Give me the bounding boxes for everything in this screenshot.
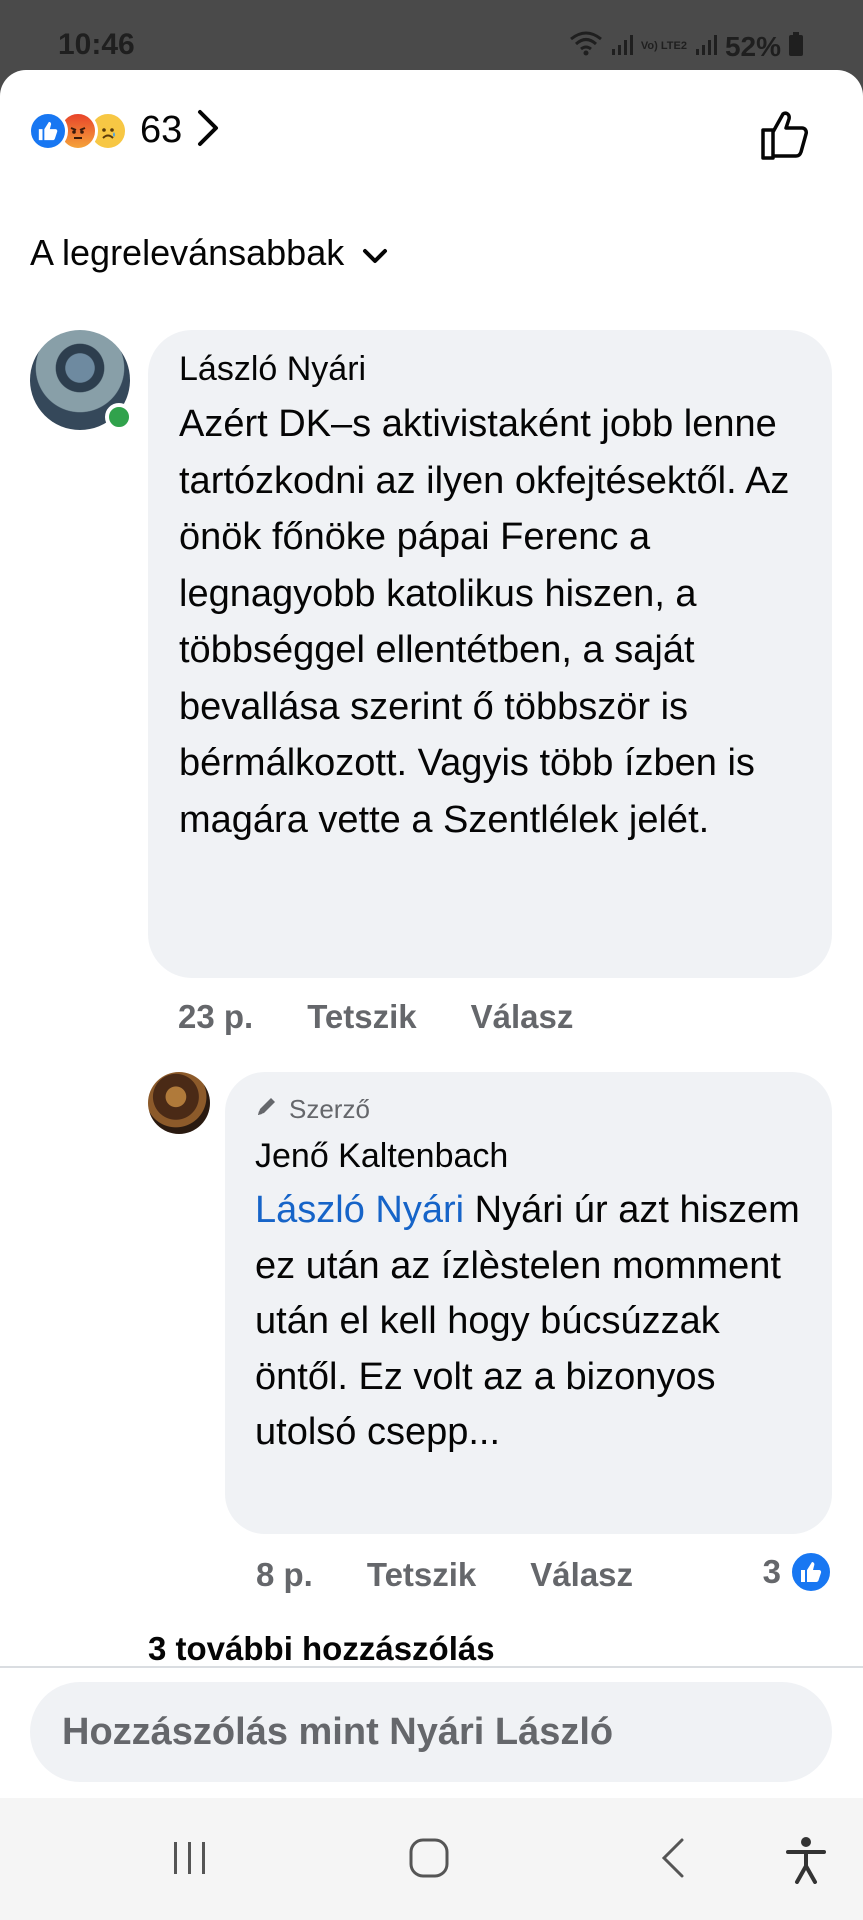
reply-text: László Nyári Nyári úr azt hiszem ez után… — [255, 1183, 802, 1461]
comment-input[interactable]: Hozzászólás mint Nyári László — [30, 1682, 832, 1782]
comment-text: Azért DK–s aktivistaként jobb lenne tart… — [179, 403, 790, 841]
reply-time[interactable]: 8 p. — [256, 1556, 313, 1594]
like-reaction-icon — [28, 110, 68, 151]
wifi-icon — [569, 30, 603, 63]
view-more-replies-link[interactable]: 3 további hozzászólás — [148, 1630, 495, 1668]
like-reaction-icon — [789, 1550, 833, 1594]
mention-link[interactable]: László Nyári — [255, 1189, 464, 1231]
author-badge-label: Szerző — [289, 1094, 370, 1124]
chevron-right-icon — [196, 108, 220, 153]
signal-icon — [695, 31, 717, 63]
author-badge: Szerző — [255, 1094, 802, 1125]
network-label: Vo) LTE2 — [640, 40, 687, 52]
avatar[interactable] — [148, 1072, 210, 1134]
reply-actions: 8 p. Tetszik Válasz — [256, 1556, 633, 1594]
chevron-down-icon — [362, 232, 388, 274]
status-time: 10:46 — [58, 28, 135, 61]
home-icon[interactable] — [407, 1836, 451, 1885]
reply-like-number: 3 — [762, 1553, 781, 1590]
reactions-summary[interactable]: 63 — [28, 108, 220, 153]
pencil-icon — [255, 1094, 279, 1125]
battery-icon — [789, 31, 803, 63]
reply-bubble[interactable]: Szerző Jenő Kaltenbach László Nyári Nyár… — [225, 1072, 832, 1534]
reply-author[interactable]: Jenő Kaltenbach — [255, 1133, 802, 1179]
comment-bubble[interactable]: László Nyári Azért DK–s aktivistaként jo… — [148, 330, 832, 978]
recents-icon[interactable] — [168, 1836, 212, 1885]
comment-input-placeholder: Hozzászólás mint Nyári László — [62, 1710, 614, 1753]
back-icon[interactable] — [652, 1836, 696, 1885]
like-button[interactable]: Tetszik — [367, 1556, 476, 1594]
like-button[interactable]: Tetszik — [307, 998, 416, 1036]
sort-dropdown[interactable]: A legrelevánsabbak — [30, 232, 388, 274]
reply-like-count[interactable]: 3 — [763, 1550, 833, 1594]
like-post-button[interactable] — [759, 106, 815, 167]
comment-actions: 23 p. Tetszik Válasz — [178, 998, 573, 1036]
accessibility-icon[interactable] — [784, 1836, 828, 1889]
battery-percent: 52% — [724, 30, 781, 62]
reply-button[interactable]: Válasz — [471, 998, 574, 1036]
online-status-dot — [105, 403, 133, 431]
status-bar: 10:46 Vo) LTE2 52% — [0, 0, 863, 70]
comment-author[interactable]: László Nyári — [179, 348, 802, 390]
sort-label: A legrelevánsabbak — [30, 232, 345, 273]
reply-button[interactable]: Válasz — [530, 1556, 633, 1594]
system-navigation-bar — [0, 1798, 863, 1920]
comments-sheet: 63 A legrelevánsabbak László Nyári Azért… — [0, 70, 863, 1798]
status-icons: Vo) LTE2 52% — [569, 30, 803, 63]
thumbs-up-icon — [759, 111, 815, 166]
divider — [0, 1666, 863, 1668]
signal-icon — [611, 31, 633, 63]
reaction-count: 63 — [140, 109, 183, 151]
comment-time[interactable]: 23 p. — [178, 998, 253, 1036]
